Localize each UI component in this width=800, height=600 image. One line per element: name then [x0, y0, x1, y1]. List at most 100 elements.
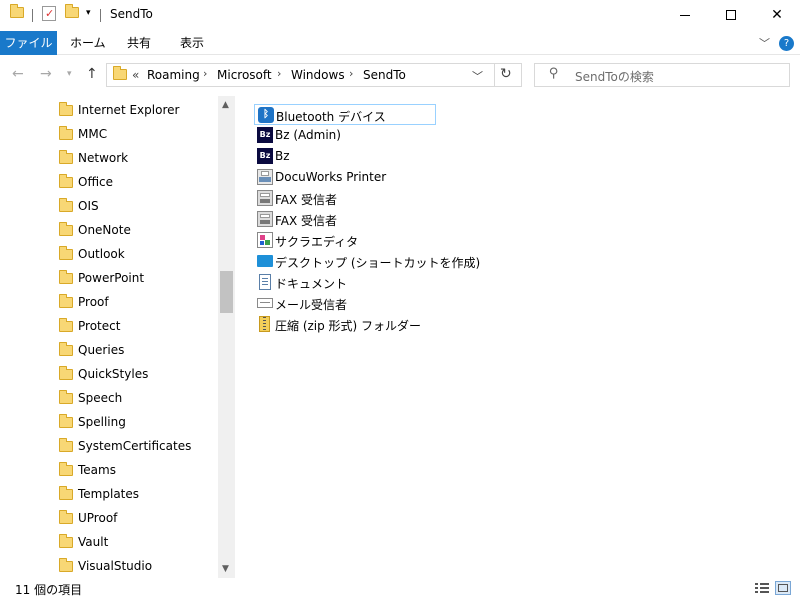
chevron-right-icon[interactable]: ›: [277, 67, 281, 80]
folder-icon: [59, 390, 73, 404]
zip-folder-icon: [259, 316, 270, 332]
folder-icon: [59, 294, 73, 308]
nav-item[interactable]: PowerPoint: [0, 266, 218, 290]
up-arrow-icon[interactable]: ↑: [86, 66, 98, 82]
folder-icon: [59, 414, 73, 428]
tab-share[interactable]: 共有: [115, 31, 163, 55]
folder-icon: [59, 126, 73, 140]
folder-icon: [59, 534, 73, 548]
document-icon: [259, 274, 271, 290]
breadcrumb-windows[interactable]: Windows: [291, 68, 345, 82]
file-item[interactable]: 圧縮 (zip 形式) フォルダー: [254, 314, 554, 335]
search-box[interactable]: ⚲ SendToの検索: [534, 63, 790, 87]
ribbon-tabs: ファイル ホーム 共有 表示 ﹀ ?: [0, 31, 800, 55]
close-button[interactable]: ✕: [754, 0, 800, 30]
nav-item[interactable]: Queries: [0, 338, 218, 362]
refresh-icon[interactable]: ↻: [500, 66, 512, 82]
address-row: ← → ▾ ↑ « Roaming › Microsoft › Windows …: [0, 56, 800, 96]
nav-item[interactable]: Proof: [0, 290, 218, 314]
printer-icon: [257, 169, 273, 185]
nav-item[interactable]: Office: [0, 170, 218, 194]
recent-dropdown-icon[interactable]: ▾: [67, 69, 72, 79]
nav-item[interactable]: MMC: [0, 122, 218, 146]
desktop-icon: [257, 255, 273, 267]
properties-icon[interactable]: ✓: [42, 6, 56, 21]
chevron-down-icon[interactable]: ﹀: [472, 68, 483, 84]
forward-arrow-icon[interactable]: →: [40, 66, 52, 82]
nav-item[interactable]: OneNote: [0, 218, 218, 242]
breadcrumb-overflow[interactable]: «: [132, 68, 139, 82]
file-item[interactable]: メール受信者: [254, 293, 554, 314]
file-item[interactable]: FAX 受信者: [254, 209, 554, 230]
separator: [494, 64, 495, 86]
breadcrumb-roaming[interactable]: Roaming: [147, 68, 200, 82]
nav-item[interactable]: VisualStudio: [0, 554, 218, 578]
nav-item[interactable]: Teams: [0, 458, 218, 482]
large-icons-view-icon[interactable]: [775, 581, 791, 595]
maximize-button[interactable]: [708, 0, 754, 30]
folder-icon: [59, 174, 73, 188]
window-title: SendTo: [110, 7, 153, 21]
file-item[interactable]: Bz Bz (Admin): [254, 125, 554, 146]
folder-icon: [59, 438, 73, 452]
nav-item[interactable]: Protect: [0, 314, 218, 338]
new-folder-icon[interactable]: [65, 4, 79, 18]
file-item[interactable]: ドキュメント: [254, 272, 554, 293]
nav-item[interactable]: Internet Explorer: [0, 98, 218, 122]
file-item[interactable]: デスクトップ (ショートカットを作成): [254, 251, 554, 272]
item-count: 11 個の項目: [15, 583, 83, 597]
title-bar: ✓ ▾ SendTo ✕: [0, 0, 800, 31]
minimize-button[interactable]: [662, 0, 708, 30]
nav-item[interactable]: Speech: [0, 386, 218, 410]
nav-item[interactable]: Vault: [0, 530, 218, 554]
folder-icon: [59, 102, 73, 116]
file-item[interactable]: Bz Bz: [254, 146, 554, 167]
fax-icon: [257, 190, 273, 206]
separator: [32, 9, 33, 22]
address-bar[interactable]: « Roaming › Microsoft › Windows › SendTo…: [106, 63, 522, 87]
nav-item[interactable]: Outlook: [0, 242, 218, 266]
file-item[interactable]: FAX 受信者: [254, 188, 554, 209]
breadcrumb-sendto[interactable]: SendTo: [363, 68, 406, 82]
nav-item[interactable]: Templates: [0, 482, 218, 506]
chevron-down-icon[interactable]: ﹀: [759, 35, 770, 51]
scroll-up-arrow-icon[interactable]: ▲: [222, 100, 229, 110]
nav-item[interactable]: SystemCertificates: [0, 434, 218, 458]
customize-toolbar-icon[interactable]: ▾: [86, 8, 91, 18]
nav-item[interactable]: QuickStyles: [0, 362, 218, 386]
status-bar: 11 個の項目: [0, 578, 800, 600]
file-item[interactable]: サクラエディタ: [254, 230, 554, 251]
folder-icon: [59, 246, 73, 260]
scroll-thumb[interactable]: [220, 271, 233, 313]
folder-icon: [59, 486, 73, 500]
chevron-right-icon[interactable]: ›: [349, 67, 353, 80]
sakura-editor-icon: [257, 232, 273, 248]
nav-item[interactable]: UProof: [0, 506, 218, 530]
nav-scrollbar[interactable]: ▲ ▼: [218, 96, 235, 578]
file-item[interactable]: ᛒ Bluetooth デバイス: [254, 104, 436, 125]
nav-item[interactable]: OIS: [0, 194, 218, 218]
tab-view[interactable]: 表示: [168, 31, 216, 55]
breadcrumb-microsoft[interactable]: Microsoft: [217, 68, 272, 82]
folder-icon: [59, 558, 73, 572]
folder-icon: [59, 462, 73, 476]
folder-icon: [59, 510, 73, 524]
chevron-right-icon[interactable]: ›: [203, 67, 207, 80]
help-icon[interactable]: ?: [779, 36, 794, 51]
fax-icon: [257, 211, 273, 227]
nav-item[interactable]: Network: [0, 146, 218, 170]
file-list: ᛒ Bluetooth デバイス Bz Bz (Admin) Bz Bz Doc…: [236, 96, 800, 578]
details-view-icon[interactable]: [755, 582, 769, 594]
search-icon: ⚲: [549, 66, 559, 81]
tab-file[interactable]: ファイル: [0, 31, 57, 55]
scroll-down-arrow-icon[interactable]: ▼: [222, 564, 229, 574]
tab-home[interactable]: ホーム: [58, 31, 118, 55]
folder-icon: [59, 270, 73, 284]
file-item[interactable]: DocuWorks Printer: [254, 167, 554, 188]
back-arrow-icon[interactable]: ←: [12, 66, 24, 82]
nav-item[interactable]: Spelling: [0, 410, 218, 434]
mail-icon: [257, 298, 273, 308]
search-placeholder: SendToの検索: [575, 70, 654, 84]
folder-icon: [59, 342, 73, 356]
folder-icon: [10, 4, 24, 18]
